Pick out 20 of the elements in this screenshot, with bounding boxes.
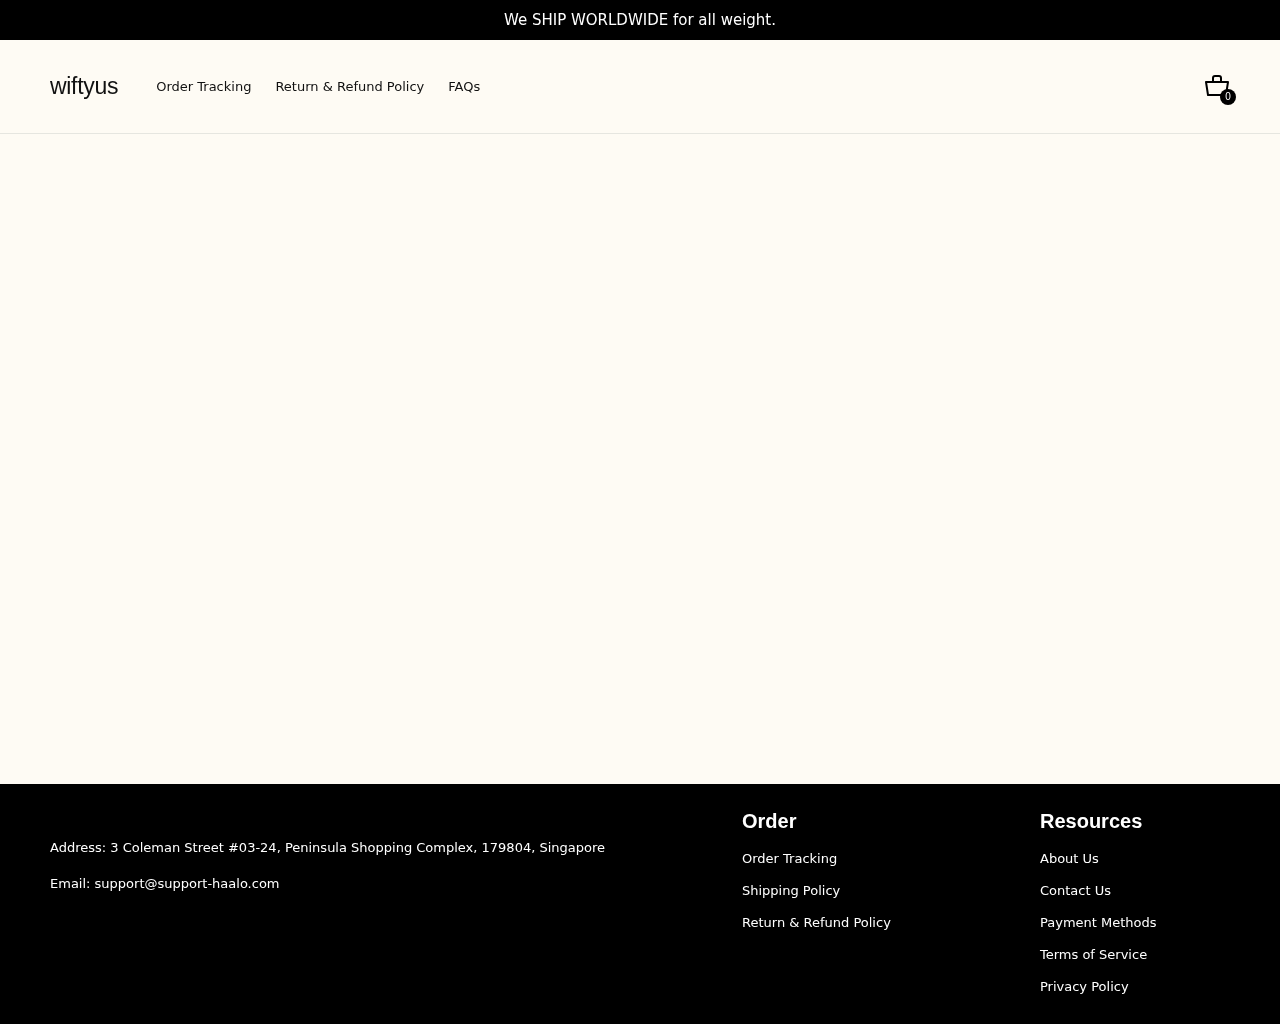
footer-link[interactable]: Order Tracking: [742, 849, 838, 868]
cart-count-badge: 0: [1220, 88, 1236, 105]
footer-link[interactable]: Privacy Policy: [1040, 977, 1129, 996]
footer-link[interactable]: Shipping Policy: [742, 881, 841, 900]
footer-link[interactable]: Payment Methods: [1040, 913, 1157, 932]
footer-link[interactable]: About Us: [1040, 849, 1099, 868]
logo[interactable]: wiftyus: [50, 73, 119, 100]
nav-link[interactable]: Order Tracking: [156, 79, 252, 94]
nav-link[interactable]: Return & Refund Policy: [275, 79, 425, 94]
cart-button[interactable]: 0: [1200, 69, 1234, 104]
footer-heading: Resources: [1040, 810, 1143, 833]
contact-text: Email: support@support-haalo.com: [50, 875, 281, 893]
contact-text: Address: 3 Coleman Street #03-24, Peninsula Shopping Complex, 179804, Singapore: [50, 839, 607, 857]
footer-link[interactable]: Contact Us: [1040, 881, 1111, 900]
footer-link[interactable]: Return & Refund Policy: [742, 913, 891, 932]
footer-link[interactable]: Terms of Service: [1040, 945, 1148, 964]
nav-link[interactable]: FAQs: [448, 79, 481, 94]
basket-icon: [1204, 74, 1230, 99]
footer-heading: Order: [742, 810, 797, 833]
announcement-text: We SHIP WORLDWIDE for all weight.: [503, 11, 776, 29]
